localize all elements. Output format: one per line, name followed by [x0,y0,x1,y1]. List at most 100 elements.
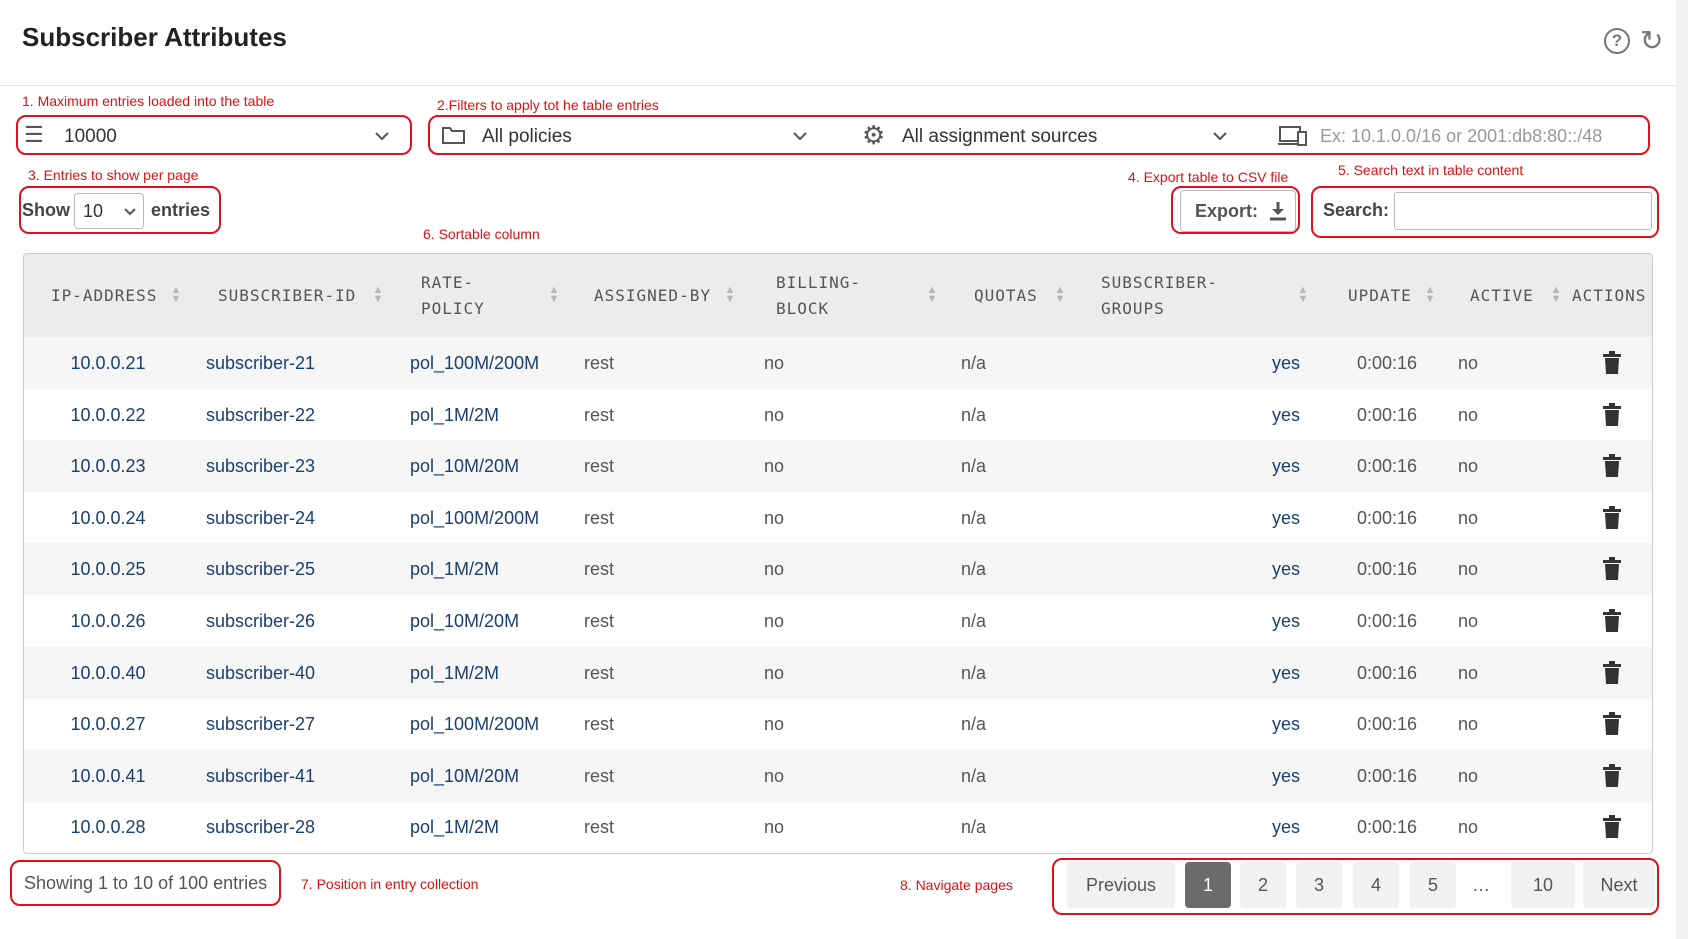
cell-ip-address[interactable]: 10.0.0.23 [68,440,148,492]
sort-icon[interactable]: ▲ ▼ [1550,285,1562,305]
pagination-previous[interactable]: Previous [1067,862,1175,908]
column-header-assigned-by[interactable]: ASSIGNED-BY [594,254,711,337]
search-input[interactable] [1394,192,1652,230]
cell-ip-address[interactable]: 10.0.0.28 [68,801,148,853]
cell-rate-policy[interactable]: pol_1M/2M [410,647,499,699]
column-header-subscriber-id[interactable]: SUBSCRIBER-ID [218,254,356,337]
sort-icon[interactable]: ▲ ▼ [1054,285,1066,305]
page-length-select[interactable]: 10 [74,193,144,229]
sort-icon[interactable]: ▲ ▼ [1424,285,1436,305]
trash-icon[interactable] [1601,660,1623,685]
cell-subscriber-id[interactable]: subscriber-27 [206,698,315,750]
table-header: IP-ADDRESS ▲ ▼ SUBSCRIBER-ID ▲ ▼ RATE- POLI… [24,254,1652,338]
header-divider [0,85,1688,86]
trash-icon[interactable] [1601,763,1623,788]
cell-subscriber-id[interactable]: subscriber-23 [206,440,315,492]
source-filter-select[interactable]: ⚙ All assignment sources [862,120,1232,150]
cell-rate-policy[interactable]: pol_100M/200M [410,337,539,389]
column-header-active[interactable]: ACTIVE [1470,254,1534,337]
cell-subscriber-groups[interactable]: yes [1272,389,1300,441]
cell-ip-address[interactable]: 10.0.0.41 [68,750,148,802]
max-entries-select[interactable]: ☰ 10000 [24,122,404,150]
cell-quotas: n/a [961,765,987,786]
cell-subscriber-id[interactable]: subscriber-22 [206,389,315,441]
cell-subscriber-groups[interactable]: yes [1272,647,1300,699]
sort-icon[interactable]: ▲ ▼ [372,285,384,305]
cell-subscriber-groups[interactable]: yes [1272,543,1300,595]
pagination-page-2[interactable]: 2 [1240,862,1286,908]
cell-subscriber-id[interactable]: subscriber-40 [206,647,315,699]
trash-icon[interactable] [1601,557,1623,581]
cell-rate-policy[interactable]: pol_100M/200M [410,492,539,544]
cell-subscriber-id[interactable]: subscriber-25 [206,543,315,595]
cell-subscriber-groups[interactable]: yes [1272,492,1300,544]
cell-subscriber-id[interactable]: subscriber-24 [206,492,315,544]
cell-rate-policy[interactable]: pol_100M/200M [410,698,539,750]
trash-icon[interactable] [1601,609,1623,633]
trash-icon[interactable] [1601,351,1623,375]
cell-quotas: n/a [961,559,987,580]
pagination-page-5[interactable]: 5 [1410,862,1456,908]
cell-ip-address[interactable]: 10.0.0.25 [68,543,148,595]
column-label: SUBSCRIBER- GROUPS [1101,272,1218,318]
folder-icon [442,127,465,144]
cell-rate-policy[interactable]: pol_10M/20M [410,595,519,647]
cell-rate-policy[interactable]: pol_1M/2M [410,543,499,595]
pagination-next[interactable]: Next [1583,862,1655,908]
cell-subscriber-id[interactable]: subscriber-41 [206,750,315,802]
cell-subscriber-groups[interactable]: yes [1272,440,1300,492]
cell-ip-address[interactable]: 10.0.0.24 [68,492,148,544]
cell-rate-policy[interactable]: pol_10M/20M [410,750,519,802]
cell-ip-address[interactable]: 10.0.0.21 [68,337,148,389]
cell-subscriber-groups[interactable]: yes [1272,337,1300,389]
help-icon[interactable]: ? [1604,28,1630,54]
cell-billing-block: no [764,765,785,786]
table-row: 10.0.0.41 subscriber-41 pol_10M/20M rest no n… [24,749,1652,802]
subscriber-table: IP-ADDRESS ▲ ▼ SUBSCRIBER-ID ▲ ▼ RATE- POLI… [23,253,1653,854]
ip-filter-field[interactable]: Ex: 10.1.0.0/16 or 2001:db8:80::/48 [1278,122,1638,150]
cell-subscriber-groups[interactable]: yes [1272,595,1300,647]
column-header-quotas[interactable]: QUOTAS [974,254,1038,337]
trash-icon[interactable] [1601,815,1623,839]
sort-icon[interactable]: ▲ ▼ [548,285,560,305]
scrollbar[interactable] [1676,0,1688,939]
cell-rate-policy[interactable]: pol_10M/20M [410,440,519,492]
cell-subscriber-groups[interactable]: yes [1272,750,1300,802]
cell-subscriber-id[interactable]: subscriber-28 [206,801,315,853]
trash-icon[interactable] [1601,505,1623,530]
sort-icon[interactable]: ▲ ▼ [926,285,938,305]
pagination-page-10[interactable]: 10 [1511,862,1575,908]
cell-ip-address[interactable]: 10.0.0.22 [68,389,148,441]
cell-billing-block: no [764,353,785,373]
export-button[interactable]: Export: [1180,190,1296,232]
pagination-page-4[interactable]: 4 [1353,862,1399,908]
cell-rate-policy[interactable]: pol_1M/2M [410,389,499,441]
sort-icon[interactable]: ▲ ▼ [724,285,736,305]
table-row: 10.0.0.25 subscriber-25 pol_1M/2M rest no n/a… [24,543,1652,596]
policy-filter-select[interactable]: All policies [442,122,812,150]
pagination-page-3[interactable]: 3 [1296,862,1342,908]
cell-ip-address[interactable]: 10.0.0.27 [68,698,148,750]
column-header-ip-address[interactable]: IP-ADDRESS [51,254,157,337]
column-header-rate-policy[interactable]: RATE- POLICY [421,254,485,337]
trash-icon[interactable] [1601,712,1623,736]
cell-ip-address[interactable]: 10.0.0.40 [68,647,148,699]
cell-ip-address[interactable]: 10.0.0.26 [68,595,148,647]
cell-subscriber-groups[interactable]: yes [1272,801,1300,853]
sort-icon[interactable]: ▲ ▼ [1297,285,1309,305]
cell-subscriber-id[interactable]: subscriber-21 [206,337,315,389]
cell-rate-policy[interactable]: pol_1M/2M [410,801,499,853]
refresh-icon[interactable]: ↻ [1640,24,1663,57]
column-header-subscriber-groups[interactable]: SUBSCRIBER- GROUPS [1101,254,1218,337]
cell-quotas: n/a [961,714,987,735]
cell-subscriber-id[interactable]: subscriber-26 [206,595,315,647]
column-header-billing-block[interactable]: BILLING- BLOCK [776,254,861,337]
trash-icon[interactable] [1601,402,1623,427]
pagination-page-1[interactable]: 1 [1185,862,1231,908]
column-label: QUOTAS [974,285,1038,305]
annotation-7: 7. Position in entry collection [301,876,479,892]
cell-subscriber-groups[interactable]: yes [1272,698,1300,750]
trash-icon[interactable] [1601,454,1623,478]
column-header-update[interactable]: UPDATE [1348,254,1412,337]
sort-icon[interactable]: ▲ ▼ [170,285,182,305]
